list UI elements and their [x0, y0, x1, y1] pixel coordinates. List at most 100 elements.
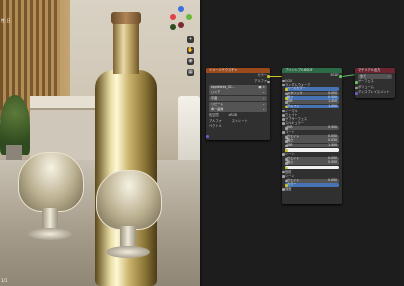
bsdf-row-label: IOR [287, 125, 293, 130]
interpolation-value: リニア [211, 90, 221, 95]
input-socket[interactable] [285, 148, 288, 152]
pan-hand-icon[interactable]: ✋ [187, 47, 194, 54]
chevron-down-icon: ⌄ [387, 73, 390, 78]
bsdf-row-label: アルファ [287, 103, 300, 108]
viewport-tools: + ✋ ◉ ▦ [187, 36, 197, 80]
output-color-label: カラー [257, 73, 267, 77]
displacement-label: ディスプレイスメント [358, 90, 390, 95]
image-texture-node[interactable]: イメージテクスチャ カラー アルファ applebres_02... ▣ ✕ リ… [206, 68, 270, 140]
bsdf-row-label: 粗さ [287, 160, 294, 165]
chevron-down-icon: ⌄ [262, 96, 265, 101]
surface-socket[interactable] [355, 81, 358, 84]
projection-select[interactable]: 平面 ⌄ [209, 96, 267, 102]
input-socket[interactable] [282, 153, 285, 156]
material-output-node[interactable]: マテリアル出力 全て ⌄ サーフェス ボリューム ディスプレイスメント [355, 68, 395, 98]
bsdf-row[interactable] [285, 147, 339, 152]
glass-cup [96, 170, 162, 230]
vector-socket[interactable] [206, 135, 209, 138]
wine-glass-right [96, 170, 162, 266]
bsdf-row-value: 0.500 [328, 160, 337, 165]
bsdf-row-label: カラー [287, 182, 297, 187]
volume-label: ボリューム [358, 84, 374, 89]
glass-stem [42, 208, 58, 230]
image-name: applebres_02... [211, 84, 235, 89]
white-chair [178, 96, 200, 166]
viewport-overlay-text: 性 日 [1, 18, 11, 23]
input-socket[interactable] [282, 175, 285, 178]
node-header[interactable]: マテリアル出力 [355, 68, 395, 73]
zoom-icon[interactable]: + [187, 36, 194, 43]
bsdf-properties: GGX ランダムウォーク ベースカラー メタリック 0.000 粗さ 0.500 IOR 1.4… [282, 79, 342, 192]
wine-glass-left [18, 152, 84, 248]
glass-cup [18, 152, 84, 212]
glass-foot [28, 228, 72, 240]
gizmo-neg-x-icon[interactable] [178, 22, 184, 28]
vector-input: ベクトル [206, 124, 270, 130]
target-select[interactable]: 全て ⌄ [358, 73, 392, 79]
bsdf-row[interactable]: IOR 0.500 [285, 125, 339, 130]
input-socket[interactable] [282, 188, 285, 191]
shader-node-editor[interactable]: イメージテクスチャ カラー アルファ applebres_02... ▣ ✕ リ… [202, 0, 404, 286]
bsdf-row-value: 0.000 [328, 177, 337, 182]
bsdf-link-wire[interactable] [342, 74, 356, 77]
bsdf-row-value: 1.000 [328, 103, 337, 108]
target-value: 全て [360, 73, 367, 78]
input-socket[interactable] [285, 144, 288, 148]
camera-icon[interactable]: ◉ [187, 58, 194, 65]
alpha-socket[interactable] [267, 80, 270, 84]
input-socket[interactable] [282, 131, 285, 134]
gizmo-z-icon[interactable] [178, 6, 184, 12]
image-folder-icon[interactable]: ▣ ✕ [259, 85, 266, 90]
source-value: 単一画像 [211, 107, 224, 112]
color-space-label: 色空間 [209, 113, 219, 118]
bsdf-row-label: IOR [287, 142, 293, 147]
gizmo-y-icon[interactable] [186, 14, 192, 20]
chevron-down-icon: ⌄ [262, 90, 265, 95]
input-socket[interactable] [285, 105, 288, 109]
input-socket[interactable] [282, 83, 285, 87]
wood-slats [0, 0, 60, 110]
input-socket[interactable] [285, 127, 288, 130]
gizmo-x-icon[interactable] [170, 14, 176, 20]
color-space-value[interactable]: sRGB [229, 113, 238, 117]
viewport-frame-text: 1/1 [1, 278, 8, 283]
interpolation-select[interactable]: リニア ⌄ [209, 90, 267, 96]
bsdf-row[interactable]: IOR 1.500 [285, 142, 339, 148]
volume-socket[interactable] [355, 86, 358, 90]
input-socket[interactable] [282, 122, 285, 126]
chevron-down-icon: ⌄ [262, 107, 265, 112]
bsdf-row-value: 0.500 [328, 125, 337, 130]
image-selector[interactable]: applebres_02... ▣ ✕ [209, 84, 267, 90]
bsdf-row-label: 強度 [285, 187, 292, 192]
3d-viewport[interactable]: 性 日 1/1 + ✋ ◉ ▦ [0, 0, 200, 286]
input-socket[interactable] [285, 162, 288, 165]
alpha-mode-value[interactable]: ストレート [232, 119, 248, 123]
input-socket[interactable] [285, 166, 288, 170]
extension-value: リピート [211, 101, 224, 106]
source-select[interactable]: 単一画像 ⌄ [209, 107, 267, 113]
principled-bsdf-node[interactable]: プリンシプルBSDF BSDF GGX ランダムウォーク ベースカラー メタリック 0.… [282, 68, 342, 204]
bsdf-row[interactable]: アルファ 1.000 [285, 103, 339, 109]
displacement-input: ディスプレイスメント [355, 90, 395, 96]
displacement-socket[interactable] [355, 92, 358, 95]
alpha-mode-label: アルファ [209, 118, 222, 123]
bsdf-socket[interactable] [339, 75, 342, 78]
color-link-wire[interactable] [270, 76, 282, 77]
grid-icon[interactable]: ▦ [187, 69, 194, 76]
bsdf-row[interactable]: 粗さ 0.500 [285, 160, 339, 166]
bottle-cap [111, 12, 141, 24]
bsdf-row[interactable] [285, 165, 339, 170]
glass-stem [120, 226, 136, 248]
output-alpha: アルファ [206, 79, 270, 85]
navigation-gizmo[interactable] [168, 6, 194, 32]
projection-value: 平面 [211, 96, 218, 101]
vector-label: ベクトル [209, 124, 222, 129]
bsdf-row-value: 1.500 [328, 142, 337, 147]
bsdf-row: 強度 [282, 187, 342, 191]
glass-foot [106, 246, 150, 258]
bsdf-output-label: BSDF [330, 73, 339, 77]
extension-select[interactable]: リピート ⌄ [209, 101, 267, 107]
bsdf-row[interactable]: カラー [285, 182, 339, 187]
chevron-down-icon: ⌄ [262, 101, 265, 106]
gizmo-neg-y-icon[interactable] [170, 24, 176, 30]
